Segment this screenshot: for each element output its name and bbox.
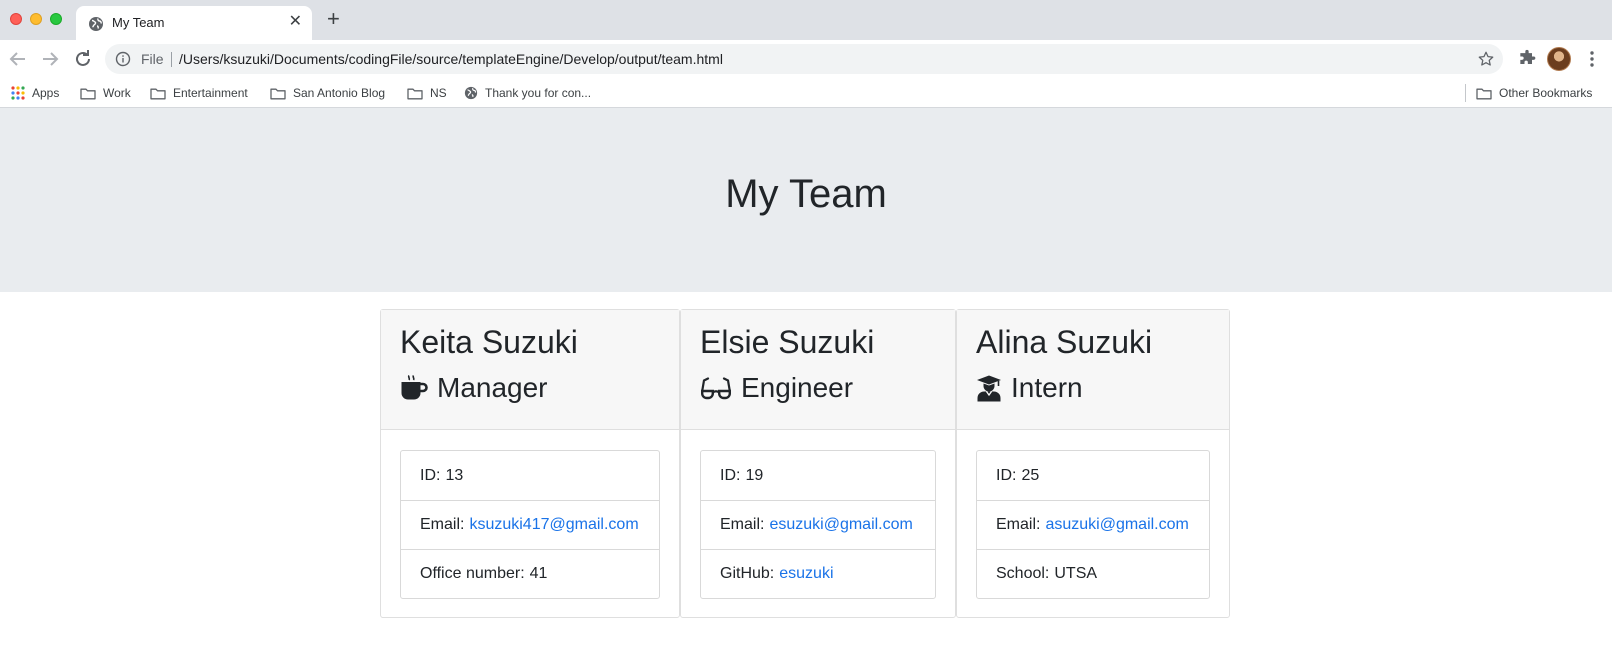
tab-close-icon[interactable]: ✕ [289, 13, 302, 31]
id-row: ID: 19 [701, 451, 935, 500]
other-bookmarks-label: Other Bookmarks [1499, 86, 1593, 100]
employee-role: Manager [400, 371, 660, 405]
github-label: GitHub: [720, 565, 775, 582]
github-row: GitHub: esuzuki [701, 549, 935, 598]
bookmark-label: NS [430, 86, 447, 100]
employee-details: ID: 25 Email: asuzuki@gmail.com School: … [976, 450, 1210, 599]
globe-icon [89, 17, 103, 31]
employee-name: Keita Suzuki [400, 324, 578, 360]
employee-card-intern: Alina Suzuki Intern ID: 25 Email: asuzuk… [956, 309, 1230, 618]
graduate-icon [977, 375, 1001, 402]
email-label: Email: [720, 516, 765, 533]
email-row: Email: esuzuki@gmail.com [701, 500, 935, 549]
office-number-value: 41 [529, 565, 548, 582]
employee-role-label: Manager [437, 372, 548, 403]
apps-grid-icon [11, 86, 25, 100]
card-header: Elsie Suzuki Engineer [681, 310, 955, 430]
tab-title: My Team [112, 15, 165, 30]
email-row: Email: asuzuki@gmail.com [977, 500, 1209, 549]
address-bar[interactable]: File /Users/ksuzuki/Documents/codingFile… [105, 44, 1503, 74]
bookmarks-divider [1465, 84, 1466, 102]
bookmark-label: Thank you for con... [485, 86, 592, 100]
glasses-icon [701, 377, 731, 400]
id-value: 19 [745, 466, 764, 484]
scheme-label: File [141, 51, 164, 67]
maximize-window-button[interactable] [50, 13, 62, 25]
email-link[interactable]: esuzuki@gmail.com [769, 516, 912, 534]
employee-details: ID: 19 Email: esuzuki@gmail.com GitHub: … [700, 450, 936, 599]
info-icon[interactable] [115, 51, 131, 67]
tab-strip: My Team ✕ + [0, 0, 1612, 40]
employee-role: Intern [976, 371, 1210, 405]
folder-icon [1476, 88, 1492, 99]
kebab-menu-icon[interactable] [1584, 49, 1600, 69]
employee-role: Engineer [700, 371, 936, 405]
page-header: My Team [0, 108, 1612, 292]
card-header: Alina Suzuki Intern [957, 310, 1229, 430]
school-value: UTSA [1054, 565, 1098, 582]
bookmark-entertainment[interactable]: Entertainment [150, 82, 248, 104]
new-tab-button[interactable]: + [327, 8, 340, 30]
folder-icon [80, 88, 96, 99]
id-label: ID: [420, 466, 441, 484]
bookmark-san-antonio-blog[interactable]: San Antonio Blog [270, 82, 385, 104]
reload-icon[interactable] [71, 47, 95, 71]
bookmark-label: San Antonio Blog [293, 86, 386, 100]
bookmark-thank-you[interactable]: Thank you for con... [464, 82, 591, 104]
browser-tab[interactable]: My Team ✕ [76, 6, 312, 40]
address-divider [171, 52, 172, 67]
folder-icon [270, 88, 286, 99]
employee-card-engineer: Elsie Suzuki Engineer ID: 19 Email: esuz… [680, 309, 956, 618]
employee-role-label: Intern [1011, 372, 1083, 403]
id-label: ID: [996, 466, 1017, 484]
email-link[interactable]: ksuzuki417@gmail.com [469, 516, 638, 534]
bookmark-apps[interactable]: Apps [11, 82, 59, 104]
folder-icon [407, 88, 423, 99]
globe-icon [464, 86, 478, 100]
email-link[interactable]: asuzuki@gmail.com [1045, 516, 1188, 534]
folder-icon [150, 88, 166, 99]
id-value: 25 [1021, 466, 1040, 484]
bookmark-label: Apps [32, 86, 60, 100]
office-number-row: Office number: 41 [401, 549, 659, 598]
employee-name: Alina Suzuki [976, 324, 1153, 360]
bookmark-label: Work [103, 86, 131, 100]
minimize-window-button[interactable] [30, 13, 42, 25]
card-body: ID: 19 Email: esuzuki@gmail.com GitHub: … [681, 430, 955, 619]
browser-toolbar: File /Users/ksuzuki/Documents/codingFile… [0, 40, 1612, 78]
employee-name: Elsie Suzuki [700, 324, 875, 360]
close-window-button[interactable] [10, 13, 22, 25]
email-label: Email: [996, 516, 1041, 533]
email-label: Email: [420, 516, 465, 533]
bookmarks-bar: Apps Work Entertainment San Antonio Blog… [0, 78, 1612, 108]
card-body: ID: 25 Email: asuzuki@gmail.com School: … [957, 430, 1229, 619]
forward-arrow-icon[interactable] [38, 47, 62, 71]
github-link[interactable]: esuzuki [779, 565, 833, 583]
bookmark-ns[interactable]: NS [407, 82, 447, 104]
school-label: School: [996, 565, 1050, 582]
url-text[interactable]: /Users/ksuzuki/Documents/codingFile/sour… [179, 51, 723, 67]
page-title: My Team [725, 172, 887, 216]
profile-avatar[interactable] [1547, 47, 1571, 71]
id-row: ID: 13 [401, 451, 659, 500]
extensions-puzzle-icon[interactable] [1517, 49, 1537, 69]
bookmark-label: Entertainment [173, 86, 248, 100]
card-header: Keita Suzuki Manager [381, 310, 679, 430]
coffee-mug-icon [401, 375, 428, 400]
card-body: ID: 13 Email: ksuzuki417@gmail.com Offic… [381, 430, 679, 619]
employee-card-manager: Keita Suzuki Manager ID: 13 Email: ksuzu… [380, 309, 680, 618]
employee-details: ID: 13 Email: ksuzuki417@gmail.com Offic… [400, 450, 660, 599]
bookmark-work[interactable]: Work [80, 82, 131, 104]
employee-role-label: Engineer [741, 372, 854, 403]
email-row: Email: ksuzuki417@gmail.com [401, 500, 659, 549]
office-number-label: Office number: [420, 565, 525, 582]
bookmark-star-icon[interactable] [1477, 50, 1495, 68]
back-arrow-icon[interactable] [6, 47, 30, 71]
other-bookmarks[interactable]: Other Bookmarks [1476, 82, 1592, 104]
id-row: ID: 25 [977, 451, 1209, 500]
id-label: ID: [720, 466, 741, 484]
school-row: School: UTSA [977, 549, 1209, 598]
id-value: 13 [445, 466, 464, 484]
